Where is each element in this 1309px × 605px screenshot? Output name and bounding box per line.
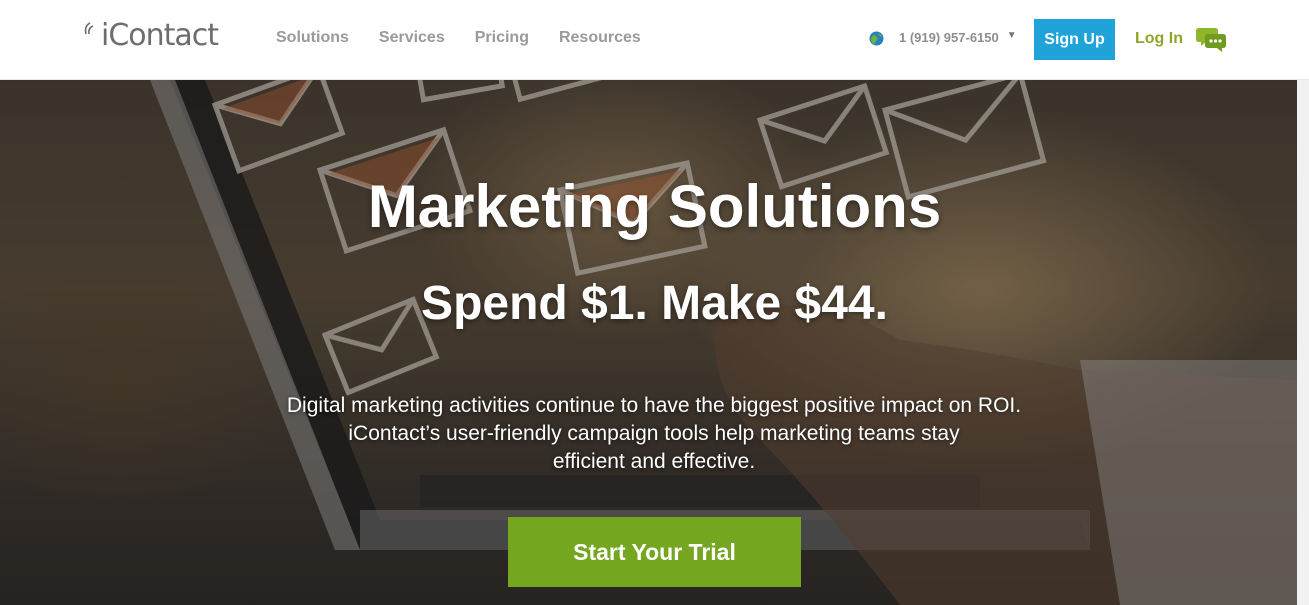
sign-up-button[interactable]: Sign Up xyxy=(1034,19,1115,60)
hero-description-line: efficient and effective. xyxy=(552,450,756,473)
globe-icon xyxy=(869,31,884,45)
icontact-logo[interactable]: iContact xyxy=(84,16,219,56)
hero-section: Marketing Solutions Spend $1. Make $44. … xyxy=(0,80,1297,605)
hero-subtitle: Spend $1. Make $44. xyxy=(421,277,888,330)
logo-signal-icon xyxy=(84,22,94,35)
nav-item-services[interactable]: Services xyxy=(379,28,445,48)
page-scrollbar[interactable] xyxy=(1297,80,1309,605)
chat-bubbles-icon[interactable] xyxy=(1196,25,1226,53)
hero-title: Marketing Solutions xyxy=(367,173,942,240)
site-header: iContact Solutions Services Pricing Reso… xyxy=(0,0,1309,80)
hero-description: Digital marketing activities continue to… xyxy=(224,392,1084,476)
phone-selector[interactable]: 1 (919) 957-6150 ▼ xyxy=(869,30,1017,46)
nav-item-resources[interactable]: Resources xyxy=(559,28,641,48)
hero-description-line: iContact’s user-friendly campaign tools … xyxy=(348,422,960,445)
nav-item-pricing[interactable]: Pricing xyxy=(475,28,529,48)
nav-item-solutions[interactable]: Solutions xyxy=(276,28,349,48)
phone-number: 1 (919) 957-6150 xyxy=(899,30,999,45)
main-nav: Solutions Services Pricing Resources xyxy=(276,28,671,48)
logo-text: iContact xyxy=(101,18,219,53)
start-trial-button[interactable]: Start Your Trial xyxy=(508,517,801,587)
chevron-down-icon: ▼ xyxy=(1006,30,1017,41)
hero-description-line: Digital marketing activities continue to… xyxy=(286,394,1022,417)
log-in-link[interactable]: Log In xyxy=(1135,29,1183,49)
